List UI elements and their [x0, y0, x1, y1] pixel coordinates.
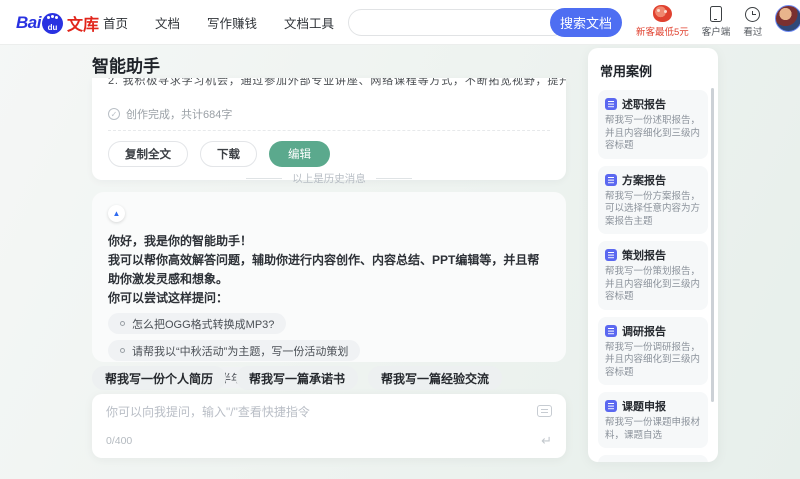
- composer-input-row: [106, 403, 552, 421]
- case-desc: 帮我写一份策划报告，并且内容细化到三级内容标题: [605, 266, 701, 302]
- report-icon: [605, 249, 617, 261]
- case-title: 课题申报: [622, 401, 666, 413]
- case-list: 述职报告 帮我写一份述职报告，并且内容细化到三级内容标题 方案报告 帮我写一份方…: [598, 90, 708, 462]
- doc-clipped-text-area: 2. 我积极寻求学习机会，通过参加外部专业讲座、网络课程等方式，不断拓宽视野，提…: [92, 78, 566, 99]
- case-title: 策划报告: [622, 250, 666, 262]
- char-counter: 0/400: [106, 434, 133, 447]
- main-nav: 首页 文档 写作赚钱 文档工具 更多: [103, 0, 386, 45]
- enter-icon[interactable]: ↵: [541, 434, 552, 447]
- viewed-label: 看过: [743, 27, 763, 38]
- suggestion-chip[interactable]: 请帮我以“中秋活动”为主题，写一份活动策划: [108, 340, 361, 361]
- sidebar-scrollbar[interactable]: [711, 88, 714, 402]
- report-icon: [605, 400, 617, 412]
- client-label: 客户端: [701, 27, 731, 38]
- case-title: 工作报告: [622, 461, 666, 462]
- generation-status-text: 创作完成，共计684字: [126, 109, 233, 121]
- search-bar: 搜索文档: [348, 8, 622, 37]
- user-avatar[interactable]: [775, 5, 800, 32]
- case-title: 调研报告: [622, 325, 666, 338]
- bullet-icon: [120, 348, 125, 353]
- composer-input[interactable]: [106, 403, 537, 421]
- case-desc: 帮我写一份调研报告，并且内容细化到三级内容标题: [605, 341, 701, 378]
- nav-item-home[interactable]: 首页: [103, 13, 128, 32]
- copy-full-text-button[interactable]: 复制全文: [108, 141, 188, 167]
- phone-icon: [710, 6, 723, 22]
- assistant-prompt-hint: 你可以尝试这样提问：: [108, 291, 229, 305]
- baidu-wenku-logo[interactable]: Bai du 文库: [16, 11, 99, 35]
- doc-clipped-line: 2. 我积极寻求学习机会，通过参加外部专业讲座、网络课程等方式，不断拓宽视野，提…: [108, 78, 566, 87]
- common-cases-panel: 常用案例 述职报告 帮我写一份述职报告，并且内容细化到三级内容标题 方案报告 帮…: [588, 48, 718, 462]
- quick-prompt-resume[interactable]: 帮我写一份个人简历: [92, 366, 227, 390]
- assistant-intro: 我可以帮你高效解答问题，辅助你进行内容创作、内容总结、PPT编辑等，并且帮助你激…: [108, 253, 540, 286]
- nav-item-docs[interactable]: 文档: [155, 13, 180, 32]
- assistant-message-text: 你好，我是你的智能助手！ 我可以帮你高效解答问题，辅助你进行内容创作、内容总结、…: [108, 232, 550, 308]
- client-entry[interactable]: 客户端: [701, 5, 731, 38]
- page-title: 智能助手: [92, 57, 160, 76]
- report-icon: [605, 173, 617, 186]
- case-desc: 帮我写一份述职报告，并且内容细化到三级内容标题: [605, 115, 701, 151]
- logo-wenku-text: 文库: [66, 17, 99, 34]
- bullet-icon: [120, 321, 125, 326]
- common-cases-title: 常用案例: [600, 64, 653, 79]
- composer-card: 0/400 ↵: [92, 394, 566, 458]
- case-card-project-application[interactable]: 课题申报 帮我写一份课题申报材料，课题自选: [598, 392, 708, 448]
- top-navbar: Bai du 文库 首页 文档 写作赚钱 文档工具 更多 搜索文档 新客最低5元…: [0, 0, 800, 45]
- promo-label: 新客最低5元: [636, 27, 689, 38]
- report-icon: [605, 98, 617, 110]
- composer-footer: 0/400 ↵: [106, 434, 552, 447]
- promo-icon: [652, 5, 672, 22]
- history-divider-label: 以上是历史消息: [292, 173, 366, 185]
- generation-status: ✓ 创作完成，共计684字: [92, 99, 566, 130]
- check-circle-icon: ✓: [108, 108, 120, 120]
- suggestion-text: 怎么把OGG格式转换成MP3?: [132, 318, 275, 331]
- clock-icon: [745, 7, 761, 22]
- quick-prompt-row: 帮我写一份个人简历 帮我写一篇承诺书 帮我写一篇经验交流: [92, 366, 503, 390]
- baidu-paw-icon: du: [41, 12, 63, 34]
- case-title: 述职报告: [622, 99, 666, 111]
- case-card-work-report[interactable]: 工作报告 帮我写一份工作报告，工作类型随机: [598, 455, 708, 462]
- report-icon: [605, 324, 617, 337]
- suggestion-text: 请帮我以“中秋活动”为主题，写一份活动策划: [132, 345, 349, 358]
- viewed-entry[interactable]: 看过: [743, 5, 762, 38]
- quick-prompt-experience[interactable]: 帮我写一篇经验交流: [368, 366, 503, 390]
- assistant-avatar-icon: ▲: [108, 205, 125, 222]
- case-desc: 帮我写一份课题申报材料，课题自选: [605, 417, 701, 441]
- nav-item-doc-tools[interactable]: 文档工具: [284, 13, 334, 32]
- logo-bai-text: Bai: [16, 13, 41, 32]
- case-card-research-report[interactable]: 调研报告 帮我写一份调研报告，并且内容细化到三级内容标题: [598, 316, 708, 385]
- case-desc: 帮我写一份方案报告，可以选择任意内容为方案报告主题: [605, 190, 701, 227]
- history-messages-divider: 以上是历史消息: [92, 171, 566, 186]
- search-docs-button[interactable]: 搜索文档: [550, 8, 622, 37]
- case-card-shuzhi-report[interactable]: 述职报告 帮我写一份述职报告，并且内容细化到三级内容标题: [598, 90, 708, 159]
- download-button[interactable]: 下载: [200, 141, 257, 167]
- case-card-planning-report[interactable]: 策划报告 帮我写一份策划报告，并且内容细化到三级内容标题: [598, 241, 708, 310]
- header-actions: 新客最低5元 客户端 看过: [636, 5, 800, 38]
- edit-button[interactable]: 编辑: [269, 141, 330, 167]
- search-input[interactable]: [348, 9, 566, 36]
- assistant-message-card: ▲ 你好，我是你的智能助手！ 我可以帮你高效解答问题，辅助你进行内容创作、内容总…: [92, 192, 566, 388]
- suggestion-chip[interactable]: 怎么把OGG格式转换成MP3?: [108, 313, 287, 334]
- assistant-greeting: 你好，我是你的智能助手！: [108, 234, 253, 248]
- generated-doc-card: 2. 我积极寻求学习机会，通过参加外部专业讲座、网络课程等方式，不断拓宽视野，提…: [92, 78, 566, 180]
- nav-item-write-earn[interactable]: 写作赚钱: [207, 13, 257, 32]
- promo-entry[interactable]: 新客最低5元: [636, 5, 689, 38]
- case-title: 方案报告: [622, 174, 666, 187]
- case-card-plan-report[interactable]: 方案报告 帮我写一份方案报告，可以选择任意内容为方案报告主题: [598, 165, 708, 234]
- shortcut-icon[interactable]: [537, 405, 552, 417]
- quick-prompt-commitment[interactable]: 帮我写一篇承诺书: [236, 366, 359, 390]
